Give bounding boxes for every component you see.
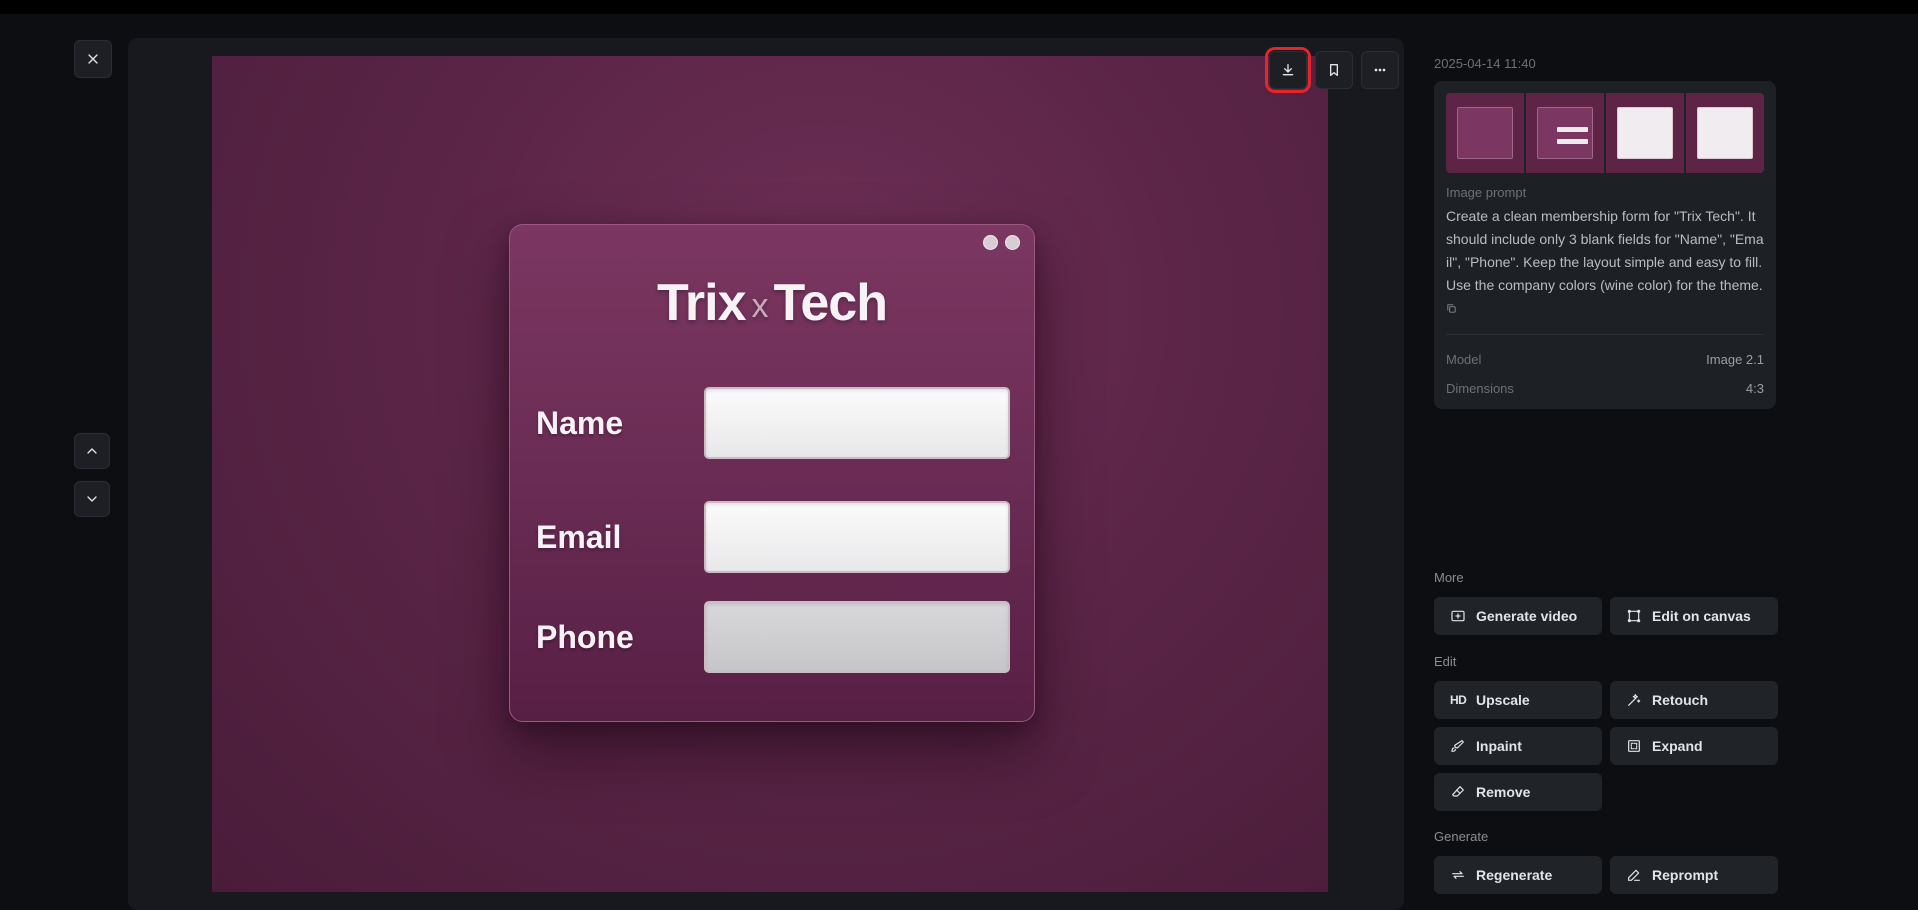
- email-field-row: Email: [536, 501, 1010, 573]
- more-options-button[interactable]: [1361, 51, 1399, 89]
- thumbnail-mini: [1456, 107, 1514, 159]
- download-icon: [1282, 64, 1294, 76]
- model-label: Model: [1446, 352, 1482, 367]
- thumbnail-mini: [1536, 107, 1594, 159]
- reprompt-button[interactable]: Reprompt: [1610, 856, 1778, 894]
- card-dot: [983, 235, 998, 250]
- thumbnail[interactable]: [1686, 93, 1764, 173]
- name-field: [704, 387, 1010, 459]
- top-bar: [0, 0, 1918, 14]
- inpaint-button[interactable]: Inpaint: [1434, 727, 1602, 765]
- membership-form-card: Trix x Tech Name Email Phone: [509, 224, 1035, 722]
- remove-label: Remove: [1476, 784, 1531, 800]
- group-label-edit: Edit: [1434, 654, 1457, 669]
- card-window-controls: [983, 235, 1020, 250]
- eraser-icon: [1452, 786, 1464, 797]
- timestamp: 2025-04-14 11:40: [1434, 56, 1536, 71]
- image-info-card: Image prompt Create a clean membership f…: [1434, 81, 1776, 409]
- model-row: Model Image 2.1: [1446, 345, 1764, 374]
- copy-icon[interactable]: [1446, 303, 1457, 314]
- pencil-icon: [1628, 869, 1640, 881]
- next-image-button[interactable]: [74, 481, 110, 517]
- brand-right: Tech: [773, 274, 888, 332]
- edit-on-canvas-button[interactable]: Edit on canvas: [1610, 597, 1778, 635]
- generate-video-button[interactable]: Generate video: [1434, 597, 1602, 635]
- upscale-button[interactable]: HD Upscale: [1434, 681, 1602, 719]
- generate-video-label: Generate video: [1476, 608, 1578, 624]
- thumbnail[interactable]: [1606, 93, 1684, 173]
- close-icon: [88, 54, 98, 64]
- email-label: Email: [536, 519, 622, 555]
- upscale-label: Upscale: [1476, 692, 1530, 708]
- email-field: [704, 501, 1010, 573]
- chevron-up-icon: [87, 448, 97, 454]
- brand-logo: Trix x Tech: [510, 273, 1034, 333]
- name-field-row: Name: [536, 387, 1010, 459]
- bookmark-icon: [1330, 64, 1338, 76]
- regenerate-label: Regenerate: [1476, 867, 1553, 883]
- expand-label: Expand: [1652, 738, 1703, 754]
- hd-icon: HD: [1450, 693, 1467, 707]
- thumbnail[interactable]: [1526, 93, 1604, 173]
- prompt-text: Create a clean membership form for "Trix…: [1446, 205, 1764, 320]
- expand-button[interactable]: Expand: [1610, 727, 1778, 765]
- phone-field-row: Phone: [536, 601, 1010, 673]
- dimensions-row: Dimensions 4:3: [1446, 374, 1764, 403]
- name-label: Name: [536, 405, 624, 441]
- reprompt-label: Reprompt: [1652, 867, 1719, 883]
- inpaint-label: Inpaint: [1476, 738, 1522, 754]
- dimensions-label: Dimensions: [1446, 381, 1514, 396]
- chevron-down-icon: [87, 496, 97, 502]
- thumbnail-mini: [1616, 107, 1674, 159]
- prompt-text-content: Create a clean membership form for "Trix…: [1446, 208, 1764, 293]
- video-plus-icon: [1451, 610, 1465, 622]
- edit-on-canvas-label: Edit on canvas: [1652, 608, 1751, 624]
- prompt-label: Image prompt: [1446, 185, 1527, 200]
- card-dot: [1005, 235, 1020, 250]
- phone-label: Phone: [536, 619, 634, 655]
- details-sidebar: 2025-04-14 11:40 Image prompt Create a c…: [1434, 56, 1776, 409]
- phone-field: [704, 601, 1010, 673]
- regenerate-icon: [1452, 871, 1464, 879]
- group-label-generate: Generate: [1434, 829, 1489, 844]
- model-value: Image 2.1: [1706, 352, 1764, 367]
- dimensions-value: 4:3: [1745, 381, 1764, 396]
- more-icon: [1374, 68, 1386, 72]
- retouch-label: Retouch: [1652, 692, 1708, 708]
- thumbnail[interactable]: [1446, 93, 1524, 173]
- previous-image-button[interactable]: [74, 433, 110, 469]
- thumbnail-strip: [1446, 93, 1764, 173]
- bookmark-button[interactable]: [1315, 51, 1353, 89]
- brush-icon: [1451, 740, 1464, 752]
- canvas-icon: [1627, 609, 1641, 623]
- divider: [1446, 334, 1764, 335]
- thumbnail-mini: [1696, 107, 1754, 159]
- close-button[interactable]: [74, 40, 112, 78]
- brand-left: Trix: [656, 274, 746, 332]
- regenerate-button[interactable]: Regenerate: [1434, 856, 1602, 894]
- remove-button[interactable]: Remove: [1434, 773, 1602, 811]
- image-preview: Trix x Tech Name Email Phone: [212, 56, 1328, 892]
- expand-icon: [1628, 740, 1640, 752]
- thumbnail-bar: [1557, 139, 1589, 145]
- thumbnail-bar: [1557, 126, 1589, 132]
- group-label-more: More: [1434, 570, 1464, 585]
- download-button[interactable]: [1265, 47, 1311, 93]
- retouch-button[interactable]: Retouch: [1610, 681, 1778, 719]
- magic-wand-icon: [1628, 694, 1641, 706]
- brand-separator: x: [751, 286, 768, 325]
